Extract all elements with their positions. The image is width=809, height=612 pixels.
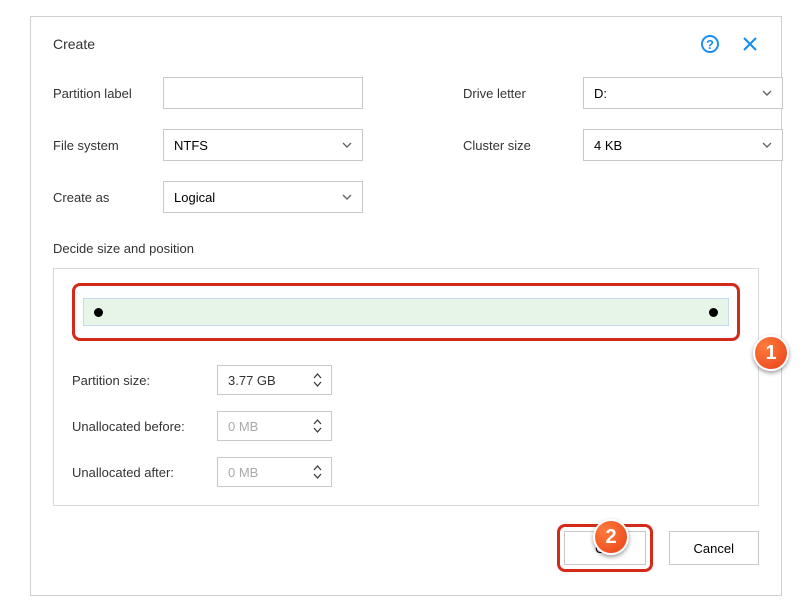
chevron-up-icon[interactable] xyxy=(313,465,322,471)
unalloc-after-row: Unallocated after: 0 MB xyxy=(72,457,740,487)
unalloc-after-label: Unallocated after: xyxy=(72,465,217,480)
partition-label-label: Partition label xyxy=(53,86,163,101)
section-title: Decide size and position xyxy=(53,241,759,256)
help-icon[interactable]: ? xyxy=(701,35,719,53)
file-system-value: NTFS xyxy=(174,138,208,153)
slider-handle-left[interactable] xyxy=(94,308,103,317)
cluster-size-label: Cluster size xyxy=(463,138,583,153)
titlebar: Create ? xyxy=(53,35,759,53)
partition-size-value: 3.77 GB xyxy=(228,373,276,388)
partition-slider[interactable] xyxy=(83,298,729,326)
chevron-up-icon[interactable] xyxy=(313,373,322,379)
unalloc-after-spinner[interactable]: 0 MB xyxy=(217,457,332,487)
spinner-buttons[interactable] xyxy=(313,460,325,484)
cluster-size-select[interactable]: 4 KB xyxy=(583,129,783,161)
callout-1: 1 xyxy=(753,335,789,371)
partition-label-input[interactable] xyxy=(163,77,363,109)
unalloc-before-row: Unallocated before: 0 MB xyxy=(72,411,740,441)
file-system-label: File system xyxy=(53,138,163,153)
chevron-down-icon[interactable] xyxy=(313,473,322,479)
spinner-buttons[interactable] xyxy=(313,368,325,392)
drive-letter-select[interactable]: D: xyxy=(583,77,783,109)
chevron-up-icon[interactable] xyxy=(313,419,322,425)
partition-size-spinner[interactable]: 3.77 GB xyxy=(217,365,332,395)
chevron-down-icon xyxy=(762,140,772,150)
drive-letter-value: D: xyxy=(594,86,607,101)
unalloc-before-value: 0 MB xyxy=(228,419,258,434)
slider-handle-right[interactable] xyxy=(709,308,718,317)
unalloc-after-value: 0 MB xyxy=(228,465,258,480)
chevron-down-icon[interactable] xyxy=(313,427,322,433)
create-dialog: Create ? Partition label Drive letter D:… xyxy=(30,16,782,596)
chevron-down-icon xyxy=(342,192,352,202)
close-icon[interactable] xyxy=(741,35,759,53)
dialog-title: Create xyxy=(53,36,95,52)
unalloc-before-label: Unallocated before: xyxy=(72,419,217,434)
file-system-select[interactable]: NTFS xyxy=(163,129,363,161)
cluster-size-value: 4 KB xyxy=(594,138,622,153)
chevron-down-icon xyxy=(342,140,352,150)
slider-highlight xyxy=(72,283,740,341)
footer: OK Cancel xyxy=(53,524,759,572)
unalloc-before-spinner[interactable]: 0 MB xyxy=(217,411,332,441)
callout-2: 2 xyxy=(593,519,629,555)
form-grid: Partition label Drive letter D: File sys… xyxy=(53,77,759,213)
chevron-down-icon[interactable] xyxy=(313,381,322,387)
create-as-label: Create as xyxy=(53,190,163,205)
partition-size-row: Partition size: 3.77 GB xyxy=(72,365,740,395)
drive-letter-label: Drive letter xyxy=(463,86,583,101)
create-as-value: Logical xyxy=(174,190,215,205)
create-as-select[interactable]: Logical xyxy=(163,181,363,213)
chevron-down-icon xyxy=(762,88,772,98)
spinner-buttons[interactable] xyxy=(313,414,325,438)
partition-size-label: Partition size: xyxy=(72,373,217,388)
cancel-button[interactable]: Cancel xyxy=(669,531,759,565)
position-panel: Partition size: 3.77 GB Unallocated befo… xyxy=(53,268,759,506)
